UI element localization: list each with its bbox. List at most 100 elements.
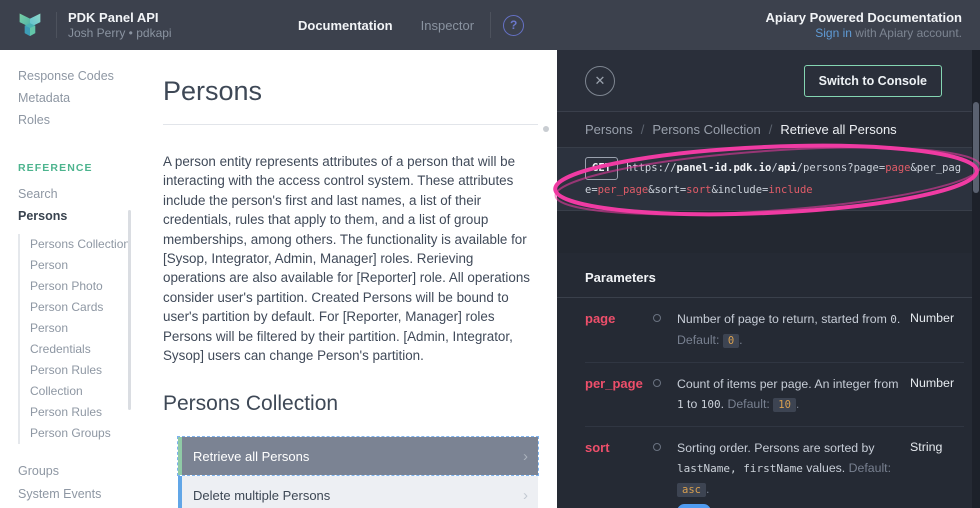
- default-label: Default:: [727, 397, 769, 411]
- param-type: Number: [910, 374, 964, 415]
- sidebar-item-roles[interactable]: Roles: [18, 109, 142, 131]
- desc-text: values.: [803, 461, 849, 475]
- desc-text: to: [684, 397, 701, 411]
- breadcrumb-separator: /: [769, 122, 773, 137]
- optional-circle-icon: [653, 309, 677, 351]
- sidebar-item-groups[interactable]: Groups: [18, 460, 142, 483]
- app-title-block: PDK Panel API Josh Perry • pdkapi: [68, 10, 298, 41]
- sidebar-bottom-group: Groups System Events Auto Open Floor Gro…: [18, 460, 142, 508]
- url-var-per-page: per_page: [598, 184, 649, 196]
- param-name: page: [585, 309, 653, 351]
- url-var-sort: sort: [686, 184, 711, 196]
- get-method-accent: [178, 437, 182, 475]
- console-spacer: [557, 211, 972, 253]
- powered-title: Apiary Powered Documentation: [766, 10, 962, 26]
- sidebar-item-person-groups[interactable]: Person Groups: [30, 423, 132, 444]
- chevron-right-icon: ›: [523, 448, 528, 465]
- scrollbar-thumb[interactable]: [973, 102, 979, 193]
- sidebar-item-response-codes[interactable]: Response Codes: [18, 65, 142, 87]
- breadcrumb-persons[interactable]: Persons: [585, 122, 633, 137]
- param-name: per_page: [585, 374, 653, 415]
- param-row-per-page: per_page Count of items per page. An int…: [585, 363, 964, 427]
- optional-circle-icon: [653, 438, 677, 508]
- sidebar-item-search[interactable]: Search: [18, 183, 142, 205]
- optional-circle-icon: [653, 374, 677, 415]
- desc-text: Count of items per page. An integer from: [677, 377, 898, 391]
- param-type: Number: [910, 309, 964, 351]
- parameters-rows: page Number of page to return, started f…: [557, 298, 972, 508]
- url-var-page: page: [885, 162, 910, 174]
- default-badge: asc: [677, 483, 706, 497]
- panel-resize-dot: [543, 126, 549, 132]
- nav-documentation[interactable]: Documentation: [298, 18, 393, 33]
- request-url-block: GEThttps://panel-id.pdk.io/api/persons?p…: [557, 147, 972, 211]
- sidebar-sublist-persons: Persons Collection Person Person Photo P…: [18, 234, 132, 444]
- sidebar-scrollbar[interactable]: [128, 210, 131, 410]
- sidebar-item-person-credentials[interactable]: Person Credentials: [30, 318, 132, 360]
- param-type: String: [910, 438, 964, 508]
- sidebar-item-person-cards[interactable]: Person Cards: [30, 297, 132, 318]
- pdk-logo-icon: [16, 10, 44, 40]
- param-description: Sorting order. Persons are sorted by las…: [677, 438, 906, 508]
- breadcrumb-separator: /: [641, 122, 645, 137]
- url-scheme: https://: [626, 162, 677, 174]
- url-amp: &include=: [711, 184, 768, 196]
- desc-code: lastName, firstName: [677, 462, 803, 475]
- param-row-sort: sort Sorting order. Persons are sorted b…: [585, 427, 964, 508]
- default-label: Default:: [677, 333, 719, 347]
- desc-code: 1: [677, 398, 684, 411]
- title-divider: [163, 124, 538, 125]
- sidebar-item-persons-collection[interactable]: Persons Collection: [30, 234, 132, 255]
- app-title: PDK Panel API: [68, 10, 298, 26]
- desc-text: .: [706, 482, 709, 496]
- sidebar-item-system-events[interactable]: System Events: [18, 483, 142, 506]
- help-icon[interactable]: ?: [503, 15, 524, 36]
- breadcrumb-current: Retrieve all Persons: [780, 122, 896, 137]
- url-var-include: include: [768, 184, 812, 196]
- desc-text: .: [739, 333, 742, 347]
- default-badge: 0: [723, 334, 739, 348]
- sidebar-item-person-rules[interactable]: Person Rules: [30, 402, 132, 423]
- console-panel: ✕ Switch to Console Persons / Persons Co…: [557, 50, 972, 508]
- sidebar-item-person-photo[interactable]: Person Photo: [30, 276, 132, 297]
- header-nav: Documentation Inspector: [298, 18, 474, 33]
- action-retrieve-all-persons[interactable]: Retrieve all Persons ›: [178, 437, 538, 475]
- http-method-badge: GET: [585, 157, 618, 180]
- persons-description: A person entity represents attributes of…: [163, 152, 539, 365]
- section-title-persons-collection: Persons Collection: [163, 392, 537, 416]
- delete-method-accent: [178, 476, 182, 508]
- desc-text: .: [796, 397, 799, 411]
- desc-text: .: [897, 312, 900, 326]
- sign-in-rest: with Apiary account.: [852, 26, 962, 40]
- sign-in-link[interactable]: Sign in: [815, 26, 852, 40]
- url-host: panel-id.pdk.io: [677, 162, 772, 174]
- expand-more-button[interactable]: •••: [677, 504, 711, 508]
- sidebar-section-reference: REFERENCE: [18, 157, 142, 179]
- nav-inspector[interactable]: Inspector: [421, 18, 474, 33]
- switch-to-console-button[interactable]: Switch to Console: [804, 65, 942, 97]
- url-api: api: [778, 162, 797, 174]
- param-row-page: page Number of page to return, started f…: [585, 298, 964, 363]
- sidebar-item-person[interactable]: Person: [30, 255, 132, 276]
- console-topbar: ✕ Switch to Console: [557, 50, 972, 112]
- desc-text: Number of page to return, started from: [677, 312, 890, 326]
- sidebar-group-persons[interactable]: Persons: [18, 205, 142, 227]
- app-root: PDK Panel API Josh Perry • pdkapi Docume…: [0, 0, 980, 508]
- parameters-title: Parameters: [557, 253, 972, 298]
- action-list: Retrieve all Persons › Delete multiple P…: [178, 437, 538, 508]
- url-amp: &sort=: [648, 184, 686, 196]
- desc-code: 100: [701, 398, 721, 411]
- desc-text: Sorting order. Persons are sorted by: [677, 441, 875, 455]
- breadcrumb-persons-collection[interactable]: Persons Collection: [652, 122, 760, 137]
- sidebar-item-person-rules-collection[interactable]: Person Rules Collection: [30, 360, 132, 402]
- sidebar: Response Codes Metadata Roles REFERENCE …: [0, 50, 150, 508]
- chevron-right-icon: ›: [523, 487, 528, 504]
- panel-scrollbar[interactable]: [972, 50, 980, 508]
- action-delete-multiple-persons[interactable]: Delete multiple Persons ›: [178, 476, 538, 508]
- doc-content: Persons A person entity represents attri…: [150, 50, 557, 508]
- sidebar-item-metadata[interactable]: Metadata: [18, 87, 142, 109]
- close-icon[interactable]: ✕: [585, 66, 615, 96]
- apiary-block: Apiary Powered Documentation Sign in wit…: [766, 10, 962, 41]
- signin-line: Sign in with Apiary account.: [766, 26, 962, 41]
- header-divider: [56, 12, 57, 38]
